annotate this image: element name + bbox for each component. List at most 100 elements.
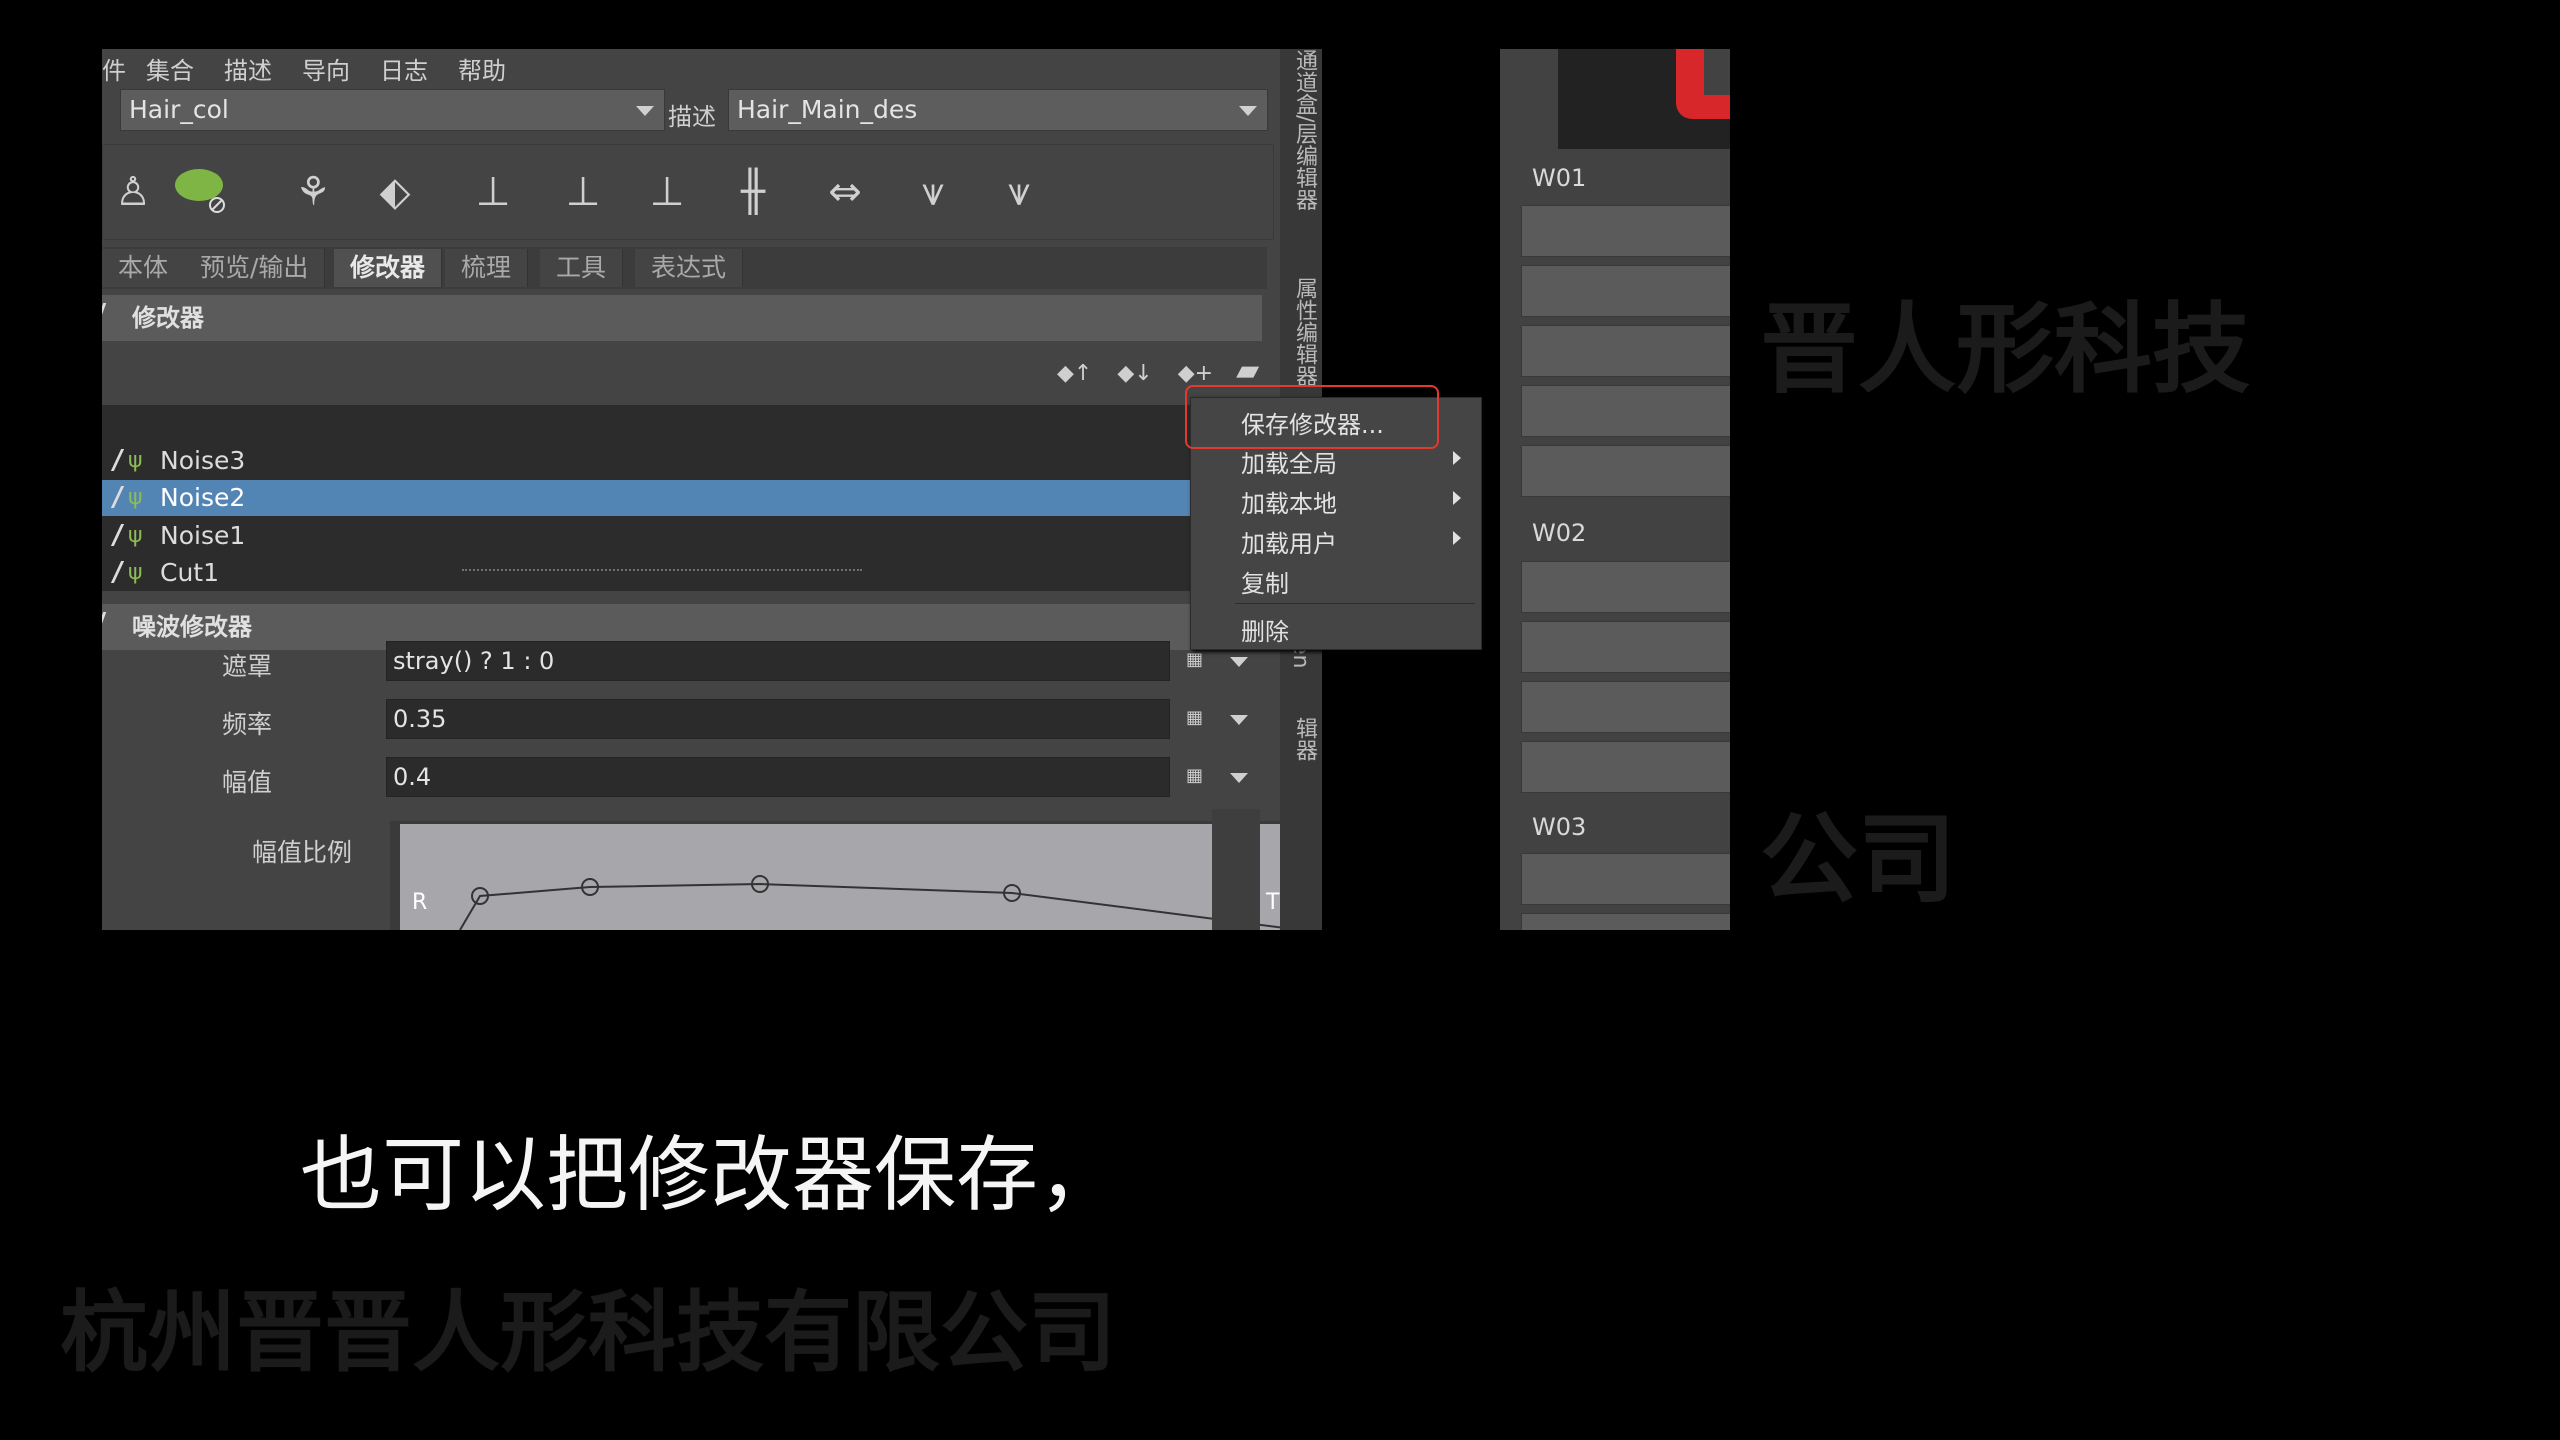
expression-editor-icon[interactable]: ▦: [1186, 765, 1203, 786]
mask-label: 遮罩: [221, 652, 272, 681]
submenu-arrow-icon: [1453, 491, 1461, 505]
frequency-row: 频率 0.35 ▦: [102, 697, 1272, 743]
move-down-icon[interactable]: ◆↓: [1117, 361, 1152, 386]
w02-field[interactable]: [1521, 561, 1730, 613]
frequency-label: 频率: [221, 710, 272, 739]
chevron-down-icon[interactable]: [1230, 657, 1248, 667]
list-item[interactable]: ψ Noise1: [102, 518, 1192, 554]
tab-bar: 本体 预览/输出 修改器 梳理 工具 表达式: [102, 247, 1267, 289]
chevron-down-icon[interactable]: [1230, 773, 1248, 783]
menu-item-load-global[interactable]: 加载全局: [1241, 444, 1337, 479]
side-tab-xgen-groom[interactable]: XGen 交互式梳理编辑器: [1288, 717, 1322, 930]
folder-icon[interactable]: ▰: [1236, 353, 1259, 388]
expression-editor-icon[interactable]: ▦: [1186, 649, 1203, 670]
modifier-name: Cut1: [160, 558, 220, 587]
checkbox-icon[interactable]: [102, 449, 125, 471]
mask-field[interactable]: stray() ? 1 : 0: [386, 641, 1170, 681]
checkbox-icon[interactable]: [102, 486, 125, 508]
scrollbar[interactable]: [1212, 809, 1260, 930]
list-item[interactable]: ψ Noise3: [102, 443, 1192, 479]
list-item[interactable]: ψ Cut1: [102, 555, 1192, 591]
watermark-line1: 晋人形科技: [1760, 293, 2251, 407]
menu-item-load-user[interactable]: 加载用户: [1241, 524, 1337, 559]
menu-item-copy[interactable]: 复制: [1241, 564, 1289, 599]
comb-guide-icon[interactable]: ⩛: [989, 159, 1049, 225]
description-dropdown[interactable]: Hair_Main_des: [728, 89, 1268, 131]
show-guide-icon[interactable]: ⊥: [553, 159, 613, 225]
tab-preview-output[interactable]: 预览/输出: [184, 249, 326, 287]
checkbox-icon[interactable]: [102, 524, 125, 546]
w02-field[interactable]: [1521, 621, 1730, 673]
tab-grooming[interactable]: 梳理: [445, 249, 529, 287]
add-modifier-icon[interactable]: ◆+: [1178, 361, 1213, 386]
noise-modifier-icon: ψ: [128, 485, 143, 510]
menu-item-delete[interactable]: 删除: [1241, 612, 1289, 647]
logo-cutout: [1704, 49, 1730, 95]
menu-guide[interactable]: 导向: [302, 51, 350, 86]
scalp-tool-icon[interactable]: [173, 159, 233, 225]
w03-field[interactable]: [1521, 853, 1730, 905]
chevron-down-icon[interactable]: [1230, 715, 1248, 725]
tab-modifiers[interactable]: 修改器: [334, 249, 443, 287]
modifier-list: ψ Noise3 ψ Noise2 ψ Noise1: [102, 405, 1192, 555]
w01-field[interactable]: [1521, 265, 1730, 317]
description-label: 描述: [668, 103, 716, 131]
magnitude-field[interactable]: 0.4: [386, 757, 1170, 797]
collection-value: Hair_col: [129, 95, 229, 124]
w01-field[interactable]: [1521, 325, 1730, 377]
modifier-name: Noise1: [160, 521, 246, 550]
watermark-line2: 公司: [1760, 803, 1957, 917]
side-tab-channel-box[interactable]: 通道盒/层编辑器: [1288, 49, 1320, 210]
w01-field[interactable]: [1521, 445, 1730, 497]
guide-tool-icon[interactable]: ♙: [103, 159, 163, 225]
mask-row: 遮罩 stray() ? 1 : 0 ▦: [102, 639, 1272, 685]
split-guide-icon[interactable]: ╫: [723, 159, 783, 225]
collapse-icon: [102, 303, 117, 321]
xgen-panel: 件 集合 描述 导向 日志 帮助 Hair_col 描述 Hair_Main_d…: [102, 49, 1322, 930]
w03-field[interactable]: [1521, 913, 1730, 930]
menu-divider: [1235, 603, 1475, 604]
ramp-tip-label: T: [1266, 890, 1280, 915]
checkbox-icon[interactable]: [102, 561, 125, 583]
lock-guide-icon[interactable]: ⊥: [637, 159, 697, 225]
menu-description[interactable]: 描述: [224, 51, 272, 86]
w02-field[interactable]: [1521, 741, 1730, 793]
menu-log[interactable]: 日志: [380, 51, 428, 86]
menu-item-load-local[interactable]: 加载本地: [1241, 484, 1337, 519]
frequency-field[interactable]: 0.35: [386, 699, 1170, 739]
ramp-curve-editor[interactable]: R T: [400, 824, 1290, 930]
watermark-line3: 杭州晋晋人形科技有限公司: [60, 1281, 1117, 1384]
noise-modifier-icon: ψ: [128, 448, 143, 473]
list-item-selected[interactable]: ψ Noise2: [102, 480, 1192, 516]
move-up-icon[interactable]: ◆↑: [1057, 361, 1092, 386]
move-guide-icon[interactable]: ⬖: [365, 159, 425, 225]
modifiers-section-header[interactable]: 修改器: [102, 295, 1262, 341]
tab-utilities[interactable]: 工具: [540, 249, 624, 287]
add-guide-up-icon[interactable]: ⊥: [463, 159, 523, 225]
menu-collection[interactable]: 集合: [146, 51, 194, 86]
add-guide-icon[interactable]: ⚘: [283, 159, 343, 225]
magnitude-label: 幅值: [221, 768, 272, 797]
magnitude-row: 幅值 0.4 ▦: [102, 755, 1272, 801]
screen: { "menubar": { "items": ["件", "集合", "描述"…: [0, 0, 2560, 1440]
expression-editor-icon[interactable]: ▦: [1186, 707, 1203, 728]
collection-dropdown[interactable]: Hair_col: [120, 89, 665, 131]
tab-primitives[interactable]: 本体: [102, 249, 186, 287]
submenu-arrow-icon: [1453, 451, 1461, 465]
modifier-name: Noise3: [160, 446, 246, 475]
menu-help[interactable]: 帮助: [458, 51, 506, 86]
w01-field[interactable]: [1521, 385, 1730, 437]
bend-guide-icon[interactable]: ⇔: [815, 159, 875, 225]
splitter-handle[interactable]: [462, 569, 862, 571]
w01-field[interactable]: [1521, 205, 1730, 257]
noise-modifier-icon: ψ: [128, 523, 143, 548]
tab-expressions[interactable]: 表达式: [635, 249, 744, 287]
side-tab-attribute-editor[interactable]: 属性编辑器: [1288, 277, 1320, 387]
modifier-toolbar: ◆↑ ◆↓ ◆+ ▰: [1057, 353, 1259, 388]
menu-file[interactable]: 件: [102, 51, 126, 86]
toolbar: ♙ ⚘ ⬖ ⊥ ⊥ ⊥ ╫ ⇔ ⩛ ⩛: [102, 144, 1274, 240]
collapse-icon: [102, 612, 117, 630]
w02-field[interactable]: [1521, 681, 1730, 733]
select-guide-icon[interactable]: ⩛: [903, 159, 963, 225]
ramp-curve: [459, 875, 1286, 930]
